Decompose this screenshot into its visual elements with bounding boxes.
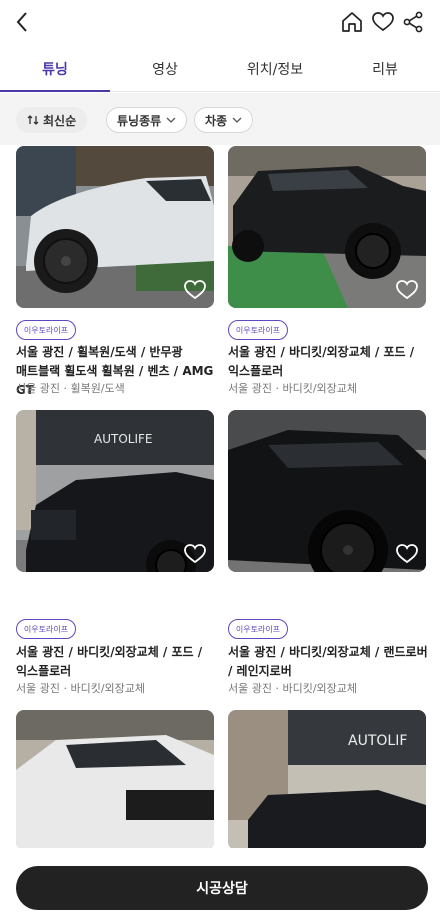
car-photo: AUTOLIF	[228, 710, 426, 850]
card-meta: 서울 광진 · 바디킷/외장교체	[16, 682, 146, 695]
chevron-down-icon	[166, 117, 176, 123]
car-photo: AUTOLIFE	[16, 410, 214, 572]
heart-icon[interactable]	[184, 544, 206, 564]
shop-badge: 이우토라이프	[228, 619, 288, 639]
sort-icon	[27, 114, 39, 126]
car-type-dropdown[interactable]: 차종	[194, 107, 254, 133]
autolife-sign: AUTOLIFE	[94, 432, 152, 446]
share-icon	[403, 11, 423, 33]
home-icon	[342, 12, 362, 32]
tab-review[interactable]: 리뷰	[330, 46, 440, 91]
heart-icon	[372, 12, 394, 32]
sort-label: 최신순	[43, 113, 77, 128]
sort-latest-chip[interactable]: 최신순	[16, 107, 88, 133]
shop-badge: 이우토라이프	[16, 619, 76, 639]
consultation-button[interactable]: 시공상담	[16, 866, 428, 910]
share-button[interactable]	[400, 9, 426, 35]
car-photo	[228, 146, 426, 308]
tuning-type-label: 튜닝종류	[117, 113, 162, 128]
card-meta: 서울 광진 · 바디킷/외장교체	[228, 382, 358, 395]
card-title: 서울 광진 / 바디킷/외장교체 / 포드 / 익스플로러	[16, 645, 203, 678]
home-button[interactable]	[339, 9, 365, 35]
card-meta: 서울 광진 · 휠복원/도색	[16, 382, 125, 395]
tab-tuning[interactable]: 튜닝	[0, 46, 110, 92]
heart-icon[interactable]	[396, 544, 418, 564]
card-title: 서울 광진 / 바디킷/외장교체 / 포드 / 익스플로러	[228, 345, 415, 378]
bottom-cta-bar: 시공상담	[0, 848, 440, 923]
chevron-left-icon	[16, 12, 27, 32]
heart-icon[interactable]	[396, 280, 418, 300]
card-title: 서울 광진 / 바디킷/외장교체 / 랜드로버 / 레인지로버	[228, 645, 428, 678]
tab-bar: 튜닝 영상 위치/정보 리뷰	[0, 46, 440, 92]
heart-icon[interactable]	[184, 280, 206, 300]
autolif-sign: AUTOLIF	[348, 733, 407, 749]
tab-location-info[interactable]: 위치/정보	[220, 46, 330, 91]
car-photo	[16, 710, 214, 850]
back-button[interactable]	[10, 9, 34, 35]
car-photo	[16, 146, 214, 308]
favorite-button[interactable]	[370, 9, 396, 35]
car-type-label: 차종	[205, 113, 228, 128]
car-photo	[228, 410, 426, 572]
tuning-type-dropdown[interactable]: 튜닝종류	[106, 107, 188, 133]
shop-badge: 이우토라이프	[228, 320, 288, 340]
filter-bar: 최신순 튜닝종류 차종	[0, 93, 440, 145]
chevron-down-icon	[232, 117, 242, 123]
shop-badge: 이우토라이프	[16, 320, 76, 340]
top-bar	[0, 0, 440, 44]
tab-video[interactable]: 영상	[110, 46, 220, 91]
card-meta: 서울 광진 · 바디킷/외장교체	[228, 682, 358, 695]
